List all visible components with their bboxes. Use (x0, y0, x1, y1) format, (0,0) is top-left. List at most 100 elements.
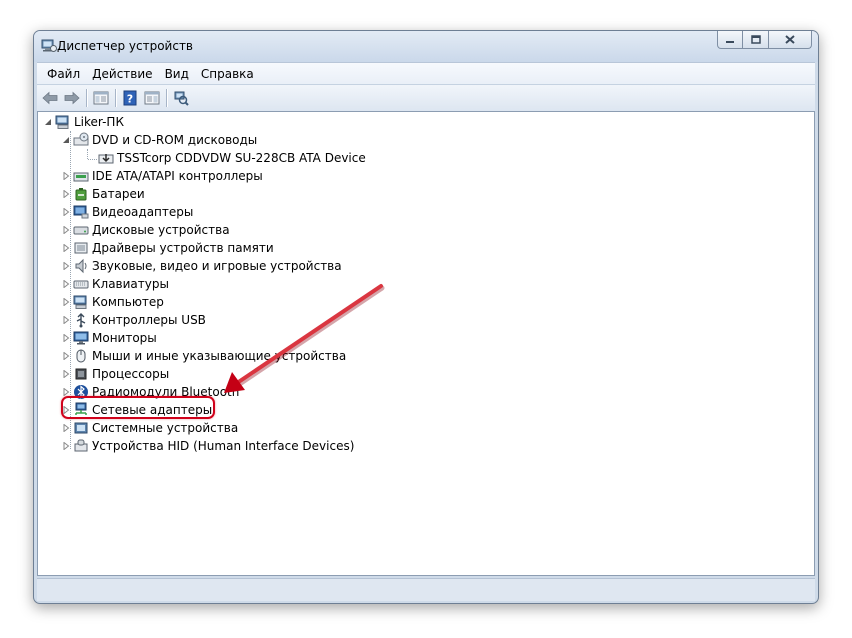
help-icon: ? (123, 90, 137, 106)
toolbar: ? (37, 84, 815, 112)
tree-node-computer[interactable]: Компьютер (61, 293, 164, 311)
close-icon (785, 35, 795, 44)
tree-node-label: TSSTcorp CDDVDW SU-228CB ATA Device (117, 151, 366, 165)
menu-bar: Файл Действие Вид Справка (37, 62, 815, 85)
usb-icon (73, 312, 89, 328)
expand-icon[interactable] (61, 437, 71, 455)
expand-icon[interactable] (61, 185, 71, 203)
highlight-frame (61, 396, 215, 419)
tree-node-display-adapter[interactable]: Видеоадаптеры (61, 203, 193, 221)
ide-controller-icon (73, 168, 89, 184)
tree-node-ide-controller[interactable]: IDE ATA/ATAPI контроллеры (61, 167, 263, 185)
forward-button[interactable] (61, 88, 83, 108)
tree-node-label: Мониторы (92, 331, 157, 345)
expand-icon[interactable] (61, 167, 71, 185)
battery-icon (73, 186, 89, 202)
expand-icon[interactable] (61, 365, 71, 383)
expand-icon[interactable] (61, 347, 71, 365)
tree-node-storage-driver[interactable]: Драйверы устройств памяти (61, 239, 274, 257)
menu-view[interactable]: Вид (159, 67, 195, 81)
hid-icon (73, 438, 89, 454)
tree-node-label: Мыши и иные указывающие устройства (92, 349, 347, 363)
properties-icon (144, 91, 160, 105)
collapse-icon[interactable] (61, 131, 71, 149)
tree-node-label: Системные устройства (92, 421, 239, 435)
computer-icon (73, 294, 89, 310)
mouse-icon (73, 348, 89, 364)
expand-icon[interactable] (61, 311, 71, 329)
svg-text:?: ? (127, 93, 133, 106)
tree-node-label: Драйверы устройств памяти (92, 241, 274, 255)
toolbar-separator (166, 89, 167, 107)
display-adapter-icon (73, 204, 89, 220)
tree-node-speaker[interactable]: Звуковые, видео и игровые устройства (61, 257, 342, 275)
tree-node-label: Батареи (92, 187, 145, 201)
tree-node-label: Устройства HID (Human Interface Devices) (92, 439, 355, 453)
tree-node-root[interactable]: Liker-ПК (43, 113, 124, 131)
monitor-icon (73, 330, 89, 346)
expand-icon[interactable] (61, 221, 71, 239)
back-arrow-icon (42, 91, 58, 105)
tree-connector (87, 149, 88, 159)
expand-icon[interactable] (61, 239, 71, 257)
tree-node-dvd[interactable]: DVD и CD-ROM дисководы (61, 131, 257, 149)
collapse-icon[interactable] (43, 113, 53, 131)
toolbar-separator (115, 89, 116, 107)
menu-action[interactable]: Действие (86, 67, 158, 81)
maximize-icon (750, 35, 761, 44)
maximize-button[interactable] (743, 31, 769, 49)
properties-button[interactable] (141, 88, 163, 108)
back-button[interactable] (39, 88, 61, 108)
disk-drive-icon (73, 222, 89, 238)
help-button[interactable]: ? (119, 88, 141, 108)
scan-hardware-button[interactable] (170, 88, 192, 108)
computer-icon (55, 114, 71, 130)
processor-icon (73, 366, 89, 382)
tree-node-label: DVD и CD-ROM дисководы (92, 133, 258, 147)
speaker-icon (73, 258, 89, 274)
minimize-button[interactable] (717, 31, 743, 49)
system-device-icon (73, 420, 89, 436)
forward-arrow-icon (64, 91, 80, 105)
scan-hardware-icon (174, 91, 189, 106)
tree-node-label: Видеоадаптеры (92, 205, 194, 219)
tree-node-keyboard[interactable]: Клавиатуры (61, 275, 169, 293)
tree-node-hid[interactable]: Устройства HID (Human Interface Devices) (61, 437, 354, 455)
status-bar (37, 578, 815, 601)
tree-node-usb[interactable]: Контроллеры USB (61, 311, 206, 329)
device-manager-icon (41, 39, 57, 52)
expand-icon[interactable] (61, 203, 71, 221)
tree-node-battery[interactable]: Батареи (61, 185, 145, 203)
expand-icon[interactable] (61, 293, 71, 311)
tree-node-label: Дисковые устройства (92, 223, 230, 237)
tree-node-system-device[interactable]: Системные устройства (61, 419, 238, 437)
tree-node-label: Контроллеры USB (92, 313, 206, 327)
expand-icon[interactable] (61, 419, 71, 437)
tree-connector (88, 159, 97, 160)
tree-node-mouse[interactable]: Мыши и иные указывающие устройства (61, 347, 346, 365)
close-button[interactable] (769, 31, 812, 49)
toolbar-separator (86, 89, 87, 107)
expand-icon[interactable] (61, 275, 71, 293)
tree-node-disk-drive[interactable]: Дисковые устройства (61, 221, 230, 239)
tree-node-label: Компьютер (92, 295, 164, 309)
tree-node-monitor[interactable]: Мониторы (61, 329, 157, 347)
keyboard-icon (73, 276, 89, 292)
menu-file[interactable]: Файл (41, 67, 86, 81)
tree-node-label: Процессоры (92, 367, 170, 381)
tree-node-label: Звуковые, видео и игровые устройства (92, 259, 342, 273)
console-tree-button[interactable] (90, 88, 112, 108)
dvd-drive-icon (73, 132, 89, 148)
tree-node-label: IDE ATA/ATAPI контроллеры (92, 169, 263, 183)
window-title: Диспетчер устройств (57, 39, 194, 53)
menu-help[interactable]: Справка (195, 67, 260, 81)
title-bar[interactable]: Диспетчер устройств (34, 31, 818, 62)
storage-driver-icon (73, 240, 89, 256)
console-tree-icon (93, 91, 109, 105)
expand-icon[interactable] (61, 257, 71, 275)
tree-node-label: Liker-ПК (74, 115, 124, 129)
tree-node-dvd-device[interactable]: TSSTcorp CDDVDW SU-228CB ATA Device (98, 149, 366, 167)
expand-icon[interactable] (61, 329, 71, 347)
minimize-icon (726, 40, 734, 43)
tree-node-processor[interactable]: Процессоры (61, 365, 169, 383)
